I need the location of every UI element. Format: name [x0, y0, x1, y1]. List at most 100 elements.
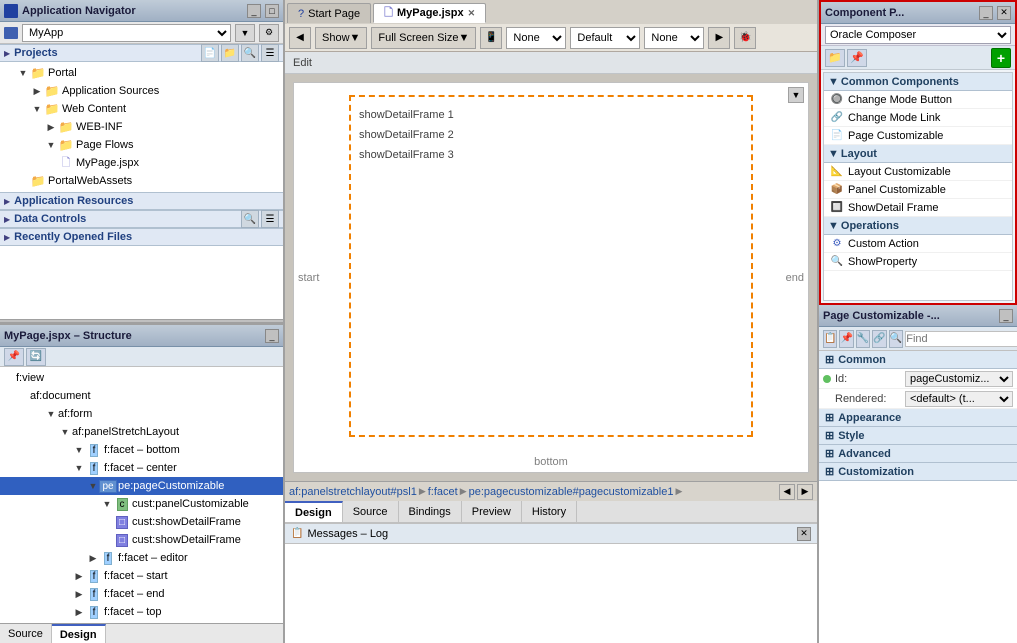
tree-item-webcontent[interactable]: ▼ 📁 Web Content: [0, 100, 283, 118]
menu-btn[interactable]: ☰: [261, 44, 279, 62]
operations-section[interactable]: ▼ Operations: [824, 217, 1012, 235]
bottom-label: bottom: [534, 456, 568, 468]
comp-change-mode-button[interactable]: 🔘 Change Mode Button: [824, 91, 1012, 109]
dc-filter-btn[interactable]: 🔍: [241, 210, 259, 228]
prop-btn3[interactable]: 🔧: [856, 330, 870, 348]
messages-close-btn[interactable]: ✕: [797, 527, 811, 541]
new-folder-btn[interactable]: 📁: [221, 44, 239, 62]
toolbar-debug-btn[interactable]: 🐞: [734, 27, 756, 49]
prop-appearance-section[interactable]: ⊞ Appearance: [819, 409, 1017, 427]
mypage-tab-close[interactable]: ✕: [468, 8, 476, 19]
tree-item-mypage[interactable]: 🗋 MyPage.jspx: [0, 154, 283, 172]
tree-item-portalwebassets[interactable]: 📁 PortalWebAssets: [0, 172, 283, 190]
toolbar-run-btn[interactable]: ▶: [708, 27, 730, 49]
mypage-tab[interactable]: 🗋 MyPage.jspx ✕: [373, 3, 486, 23]
prop-btn1[interactable]: 📋: [823, 330, 837, 348]
rendered-value-select[interactable]: <default> (t...: [905, 391, 1013, 407]
prop-btn2[interactable]: 📌: [839, 330, 853, 348]
component-palette: Component P... _ ✕ Oracle Composer 📁 📌 +: [819, 0, 1017, 305]
palette-minimize-btn[interactable]: _: [979, 6, 993, 20]
id-value-select[interactable]: pageCustomiz...: [905, 371, 1013, 387]
toolbar-back-btn[interactable]: ◀: [289, 27, 311, 49]
filter-btn[interactable]: 🔍: [241, 44, 259, 62]
comp-change-mode-link[interactable]: 🔗 Change Mode Link: [824, 109, 1012, 127]
show-btn[interactable]: Show▼: [315, 27, 367, 49]
design-tab-bindings[interactable]: Bindings: [399, 501, 462, 522]
struct-panelcustomizable[interactable]: ▼ c cust:panelCustomizable: [0, 495, 283, 513]
tree-item-portal[interactable]: ▼ 📁 Portal: [0, 64, 283, 82]
comp-layout-customizable[interactable]: 📐 Layout Customizable: [824, 163, 1012, 181]
dc-menu-btn[interactable]: ☰: [261, 210, 279, 228]
recent-files-section[interactable]: ▶ Recently Opened Files: [0, 228, 283, 246]
design-tab-preview[interactable]: Preview: [462, 501, 522, 522]
struct-facet-center[interactable]: ▼ f f:facet – center: [0, 459, 283, 477]
prop-advanced-section[interactable]: ⊞ Advanced: [819, 445, 1017, 463]
struct-facet-editor[interactable]: ▶ f f:facet – editor: [0, 549, 283, 567]
oracle-composer-select[interactable]: Oracle Composer: [825, 26, 1011, 44]
data-controls-section[interactable]: ▶ Data Controls 🔍 ☰: [0, 210, 283, 228]
struct-panelstretch[interactable]: ▼ af:panelStretchLayout: [0, 423, 283, 441]
app-name-select[interactable]: MyApp: [22, 24, 231, 42]
tree-item-appsources[interactable]: ▶ 📁 Application Sources: [0, 82, 283, 100]
comp-showdetail-frame[interactable]: 🔲 ShowDetail Frame: [824, 199, 1012, 217]
design-tab[interactable]: Design: [52, 624, 106, 643]
tree-item-pageflows[interactable]: ▼ 📁 Page Flows: [0, 136, 283, 154]
new-file-btn[interactable]: 📄: [201, 44, 219, 62]
prop-search-input[interactable]: [905, 331, 1017, 347]
struct-minimize-btn[interactable]: _: [265, 329, 279, 343]
app-resources-section[interactable]: ▶ Application Resources: [0, 192, 283, 210]
comp-page-customizable[interactable]: 📄 Page Customizable: [824, 127, 1012, 145]
start-page-tab[interactable]: ? Start Page: [287, 3, 371, 23]
structure-title: MyPage.jspx – Structure: [4, 330, 132, 342]
comp-panel-customizable[interactable]: 📦 Panel Customizable: [824, 181, 1012, 199]
common-components-section[interactable]: ▼ Common Components: [824, 73, 1012, 91]
comp-showproperty[interactable]: 🔍 ShowProperty: [824, 253, 1012, 271]
projects-section[interactable]: ▶ Projects 📄 📁 🔍 ☰: [0, 44, 283, 62]
struct-facet-bottom[interactable]: ▼ f f:facet – bottom: [0, 441, 283, 459]
none-select2[interactable]: None: [644, 27, 704, 49]
nav-maximize-btn[interactable]: □: [265, 4, 279, 18]
canvas-collapse-btn[interactable]: ▼: [788, 87, 804, 103]
struct-fview[interactable]: f:view: [0, 369, 283, 387]
fullscreensize-btn[interactable]: Full Screen Size▼: [371, 27, 476, 49]
prop-btn4[interactable]: 🔗: [872, 330, 886, 348]
nav-minimize-btn[interactable]: _: [247, 4, 261, 18]
struct-facet-start[interactable]: ▶ f f:facet – start: [0, 567, 283, 585]
struct-facet-top[interactable]: ▶ f f:facet – top: [0, 603, 283, 621]
app-config-btn[interactable]: ⚙: [259, 24, 279, 42]
design-tab-design[interactable]: Design: [285, 501, 343, 522]
prop-style-section[interactable]: ⊞ Style: [819, 427, 1017, 445]
prop-customization-section[interactable]: ⊞ Customization: [819, 463, 1017, 481]
prop-search-btn[interactable]: 🔍: [889, 330, 903, 348]
comp-add-btn[interactable]: +: [991, 48, 1011, 68]
struct-afform[interactable]: ▼ af:form: [0, 405, 283, 423]
design-tab-source[interactable]: Source: [343, 501, 399, 522]
palette-close-btn[interactable]: ✕: [997, 6, 1011, 20]
messages-panel: 📋 Messages – Log ✕: [285, 523, 817, 643]
default-select[interactable]: Default: [570, 27, 640, 49]
design-tab-history[interactable]: History: [522, 501, 577, 522]
toolbar-icon1[interactable]: 📱: [480, 27, 502, 49]
comp-pin-btn[interactable]: 📌: [847, 49, 867, 67]
comp-custom-action[interactable]: ⚙ Custom Action: [824, 235, 1012, 253]
source-tab[interactable]: Source: [0, 624, 52, 643]
prop-minimize-btn[interactable]: _: [999, 309, 1013, 323]
breadcrumb-part3[interactable]: pe:pagecustomizable#pagecustomizable1: [469, 486, 674, 498]
struct-showdetailframe1[interactable]: □ cust:showDetailFrame: [0, 513, 283, 531]
layout-section[interactable]: ▼ Layout: [824, 145, 1012, 163]
bc-left-btn[interactable]: ◀: [779, 484, 795, 500]
struct-pin-btn[interactable]: 📌: [4, 348, 24, 366]
struct-facet-end[interactable]: ▶ f f:facet – end: [0, 585, 283, 603]
struct-pagecustomizable[interactable]: ▼ pe pe:pageCustomizable: [0, 477, 283, 495]
comp-folder-btn[interactable]: 📁: [825, 49, 845, 67]
bc-right-btn[interactable]: ▶: [797, 484, 813, 500]
prop-common-section[interactable]: ⊞ Common: [819, 351, 1017, 369]
app-expand-btn[interactable]: ▼: [235, 24, 255, 42]
breadcrumb-part1[interactable]: af:panelstretchlayout#psl1: [289, 486, 417, 498]
struct-refresh-btn[interactable]: 🔄: [26, 348, 46, 366]
breadcrumb-part2[interactable]: f:facet: [428, 486, 458, 498]
struct-showdetailframe2[interactable]: □ cust:showDetailFrame: [0, 531, 283, 549]
tree-item-webinf[interactable]: ▶ 📁 WEB-INF: [0, 118, 283, 136]
struct-afdocument[interactable]: af:document: [0, 387, 283, 405]
none-select1[interactable]: None: [506, 27, 566, 49]
